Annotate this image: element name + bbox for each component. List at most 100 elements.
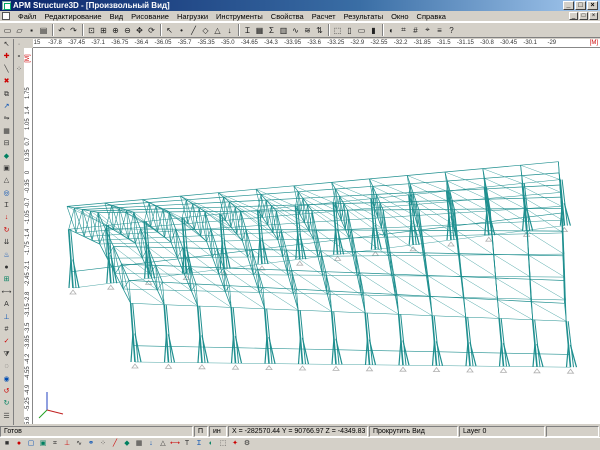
view-top-icon[interactable]: ▭ — [356, 24, 367, 36]
menu-loads[interactable]: Нагрузки — [173, 11, 212, 22]
axes-icon[interactable]: ⊥ — [62, 439, 72, 449]
mass-icon[interactable]: ● — [1, 262, 12, 273]
fill-icon[interactable]: ▣ — [38, 439, 48, 449]
menu-view[interactable]: Вид — [106, 11, 128, 22]
model-viewport[interactable] — [33, 48, 600, 424]
settings-icon[interactable]: ⚙ — [242, 439, 252, 449]
render-icon[interactable]: ◐ — [206, 439, 216, 449]
zoom-in-icon[interactable]: ⊕ — [110, 24, 121, 36]
save-icon[interactable]: ▪ — [26, 24, 37, 36]
snap-icon[interactable]: ⌖ — [422, 24, 433, 36]
menu-calculation[interactable]: Расчет — [308, 11, 340, 22]
check-icon[interactable]: ✓ — [1, 336, 12, 347]
hide-icon[interactable]: ◌ — [1, 361, 12, 372]
wire-icon[interactable]: ⌗ — [398, 24, 409, 36]
stress-icon[interactable]: ≋ — [302, 24, 313, 36]
menu-file[interactable]: Файл — [14, 11, 40, 22]
snap-mid-icon[interactable]: ∘ — [14, 51, 25, 62]
delete-icon[interactable]: ✖ — [1, 76, 12, 87]
filter-icon[interactable]: ⧩ — [1, 349, 12, 360]
help-icon[interactable]: ? — [446, 24, 457, 36]
properties-icon[interactable]: ☰ — [1, 411, 12, 422]
snap-grid-icon[interactable]: ⁘ — [14, 64, 25, 75]
measure-icon[interactable]: ⟷ — [1, 287, 12, 298]
pan-icon[interactable]: ✥ — [134, 24, 145, 36]
pointer-icon[interactable]: ↖ — [1, 39, 12, 50]
new-icon[interactable]: ▭ — [2, 24, 13, 36]
menu-window[interactable]: Окно — [387, 11, 412, 22]
view-front-icon[interactable]: ▯ — [344, 24, 355, 36]
mirror-icon[interactable]: ⇋ — [1, 113, 12, 124]
divide-icon[interactable]: ⊟ — [1, 138, 12, 149]
text-icon[interactable]: A — [1, 299, 12, 310]
stop-icon[interactable]: ■ — [2, 439, 12, 449]
open-icon[interactable]: ▱ — [14, 24, 25, 36]
group-icon[interactable]: ⊞ — [1, 274, 12, 285]
load-filter-icon[interactable]: ↓ — [146, 439, 156, 449]
node-filter-icon[interactable]: ⁘ — [98, 439, 108, 449]
link-icon[interactable]: ⚭ — [86, 439, 96, 449]
menu-help[interactable]: Справка — [413, 11, 450, 22]
menu-tools[interactable]: Инструменты — [212, 11, 267, 22]
zoom-out-icon[interactable]: ⊖ — [122, 24, 133, 36]
support-filter-icon[interactable]: △ — [158, 439, 168, 449]
zoom-window-icon[interactable]: ⊞ — [98, 24, 109, 36]
node-icon[interactable]: • — [176, 24, 187, 36]
solid-tool-icon[interactable]: ▣ — [1, 163, 12, 174]
force-icon[interactable]: ⇅ — [314, 24, 325, 36]
load-icon[interactable]: ↓ — [224, 24, 235, 36]
hinge-icon[interactable]: ◎ — [1, 188, 12, 199]
redo-icon[interactable]: ↷ — [68, 24, 79, 36]
deform-icon[interactable]: ∿ — [290, 24, 301, 36]
light-icon[interactable]: ✦ — [230, 439, 240, 449]
rod-icon[interactable]: ╱ — [188, 24, 199, 36]
section-icon[interactable]: Ɪ — [242, 24, 253, 36]
app-icon[interactable] — [2, 1, 11, 10]
undo-icon[interactable]: ↶ — [56, 24, 67, 36]
wire-mode-icon[interactable]: ⌗ — [50, 439, 60, 449]
view-side-icon[interactable]: ▮ — [368, 24, 379, 36]
perspective-icon[interactable]: ⬚ — [218, 439, 228, 449]
array-icon[interactable]: ▦ — [1, 126, 12, 137]
numbers-icon[interactable]: # — [1, 324, 12, 335]
shade-icon[interactable]: ◐ — [386, 24, 397, 36]
copy-icon[interactable]: ⧉ — [1, 89, 12, 100]
label-icon[interactable]: T — [182, 439, 192, 449]
view-3d-icon[interactable]: ⬚ — [332, 24, 343, 36]
mdi-restore-button[interactable]: □ — [579, 12, 588, 20]
menu-properties[interactable]: Свойства — [267, 11, 308, 22]
close-button[interactable]: × — [587, 1, 598, 10]
record-icon[interactable]: ● — [14, 439, 24, 449]
calc-icon[interactable]: Σ — [266, 24, 277, 36]
curve-icon[interactable]: ∿ — [74, 439, 84, 449]
force-tool-icon[interactable]: ↓ — [1, 212, 12, 223]
move-icon[interactable]: ↗ — [1, 101, 12, 112]
solid-filter-icon[interactable]: ▦ — [134, 439, 144, 449]
print-icon[interactable]: ▤ — [38, 24, 49, 36]
rotate-icon[interactable]: ⟳ — [146, 24, 157, 36]
section-tool-icon[interactable]: Ɪ — [1, 200, 12, 211]
mdi-minimize-button[interactable]: _ — [569, 12, 578, 20]
support-icon[interactable]: △ — [212, 24, 223, 36]
rod-tool-icon[interactable]: ╲ — [1, 64, 12, 75]
plate-filter-icon[interactable]: ◆ — [122, 439, 132, 449]
zoom-fit-icon[interactable]: ⊡ — [86, 24, 97, 36]
rod-filter-icon[interactable]: ╱ — [110, 439, 120, 449]
results-icon[interactable]: ▥ — [278, 24, 289, 36]
document-icon[interactable] — [2, 12, 10, 20]
support-tool-icon[interactable]: △ — [1, 175, 12, 186]
maximize-button[interactable]: □ — [575, 1, 586, 10]
menu-edit[interactable]: Редактирование — [40, 11, 105, 22]
menu-results[interactable]: Результаты — [340, 11, 388, 22]
temperature-icon[interactable]: ♨ — [1, 250, 12, 261]
local-axes-icon[interactable]: ⊥ — [1, 312, 12, 323]
layers-icon[interactable]: ≡ — [434, 24, 445, 36]
material-icon[interactable]: ▦ — [254, 24, 265, 36]
plate-tool-icon[interactable]: ◆ — [1, 151, 12, 162]
distributed-load-icon[interactable]: ⇊ — [1, 237, 12, 248]
frame-icon[interactable]: ▢ — [26, 439, 36, 449]
plate-icon[interactable]: ◇ — [200, 24, 211, 36]
snap-node-icon[interactable]: · — [14, 39, 25, 50]
moment-tool-icon[interactable]: ↻ — [1, 225, 12, 236]
node-tool-icon[interactable]: ✚ — [1, 51, 12, 62]
